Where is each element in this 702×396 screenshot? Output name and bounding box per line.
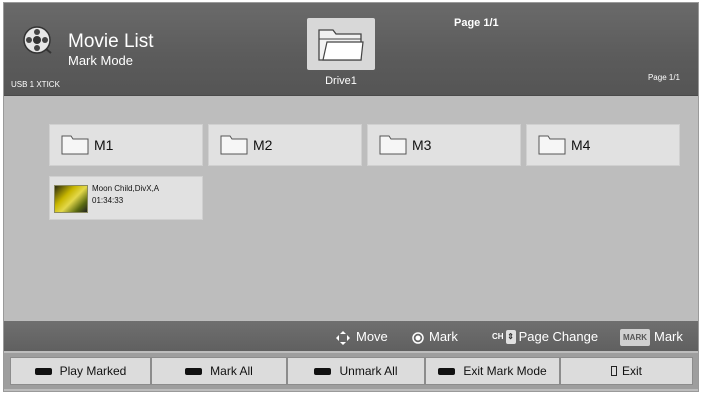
unmark-all-button[interactable]: Unmark All [287,357,425,385]
mark-all-button[interactable]: Mark All [151,357,287,385]
header: Movie List Mark Mode USB 1 XTICK Drive1 … [4,3,698,96]
mark-all-label: Mark All [210,364,253,378]
folder-item[interactable]: M2 [208,124,362,166]
hint-mark-label: Mark [429,329,458,344]
hint-page-change-label: Page Change [518,329,599,344]
drive-label: Drive1 [325,75,357,87]
button-bar: Play Marked Mark All Unmark All Exit Mar… [4,353,698,389]
page-indicator-right: Page 1/1 [647,73,680,82]
folder-icon [538,135,566,155]
key-swatch-icon [34,367,52,375]
exit-mark-mode-button[interactable]: Exit Mark Mode [425,357,560,385]
folder-name: M4 [571,137,591,153]
hint-move-label: Move [356,329,388,344]
key-swatch-icon [185,367,203,375]
film-reel-icon [23,26,52,54]
folder-name: M1 [94,137,114,153]
key-swatch-icon [438,367,456,375]
key-hint-bar: Move Mark CH ⇕ Page Change MARK Mark [4,321,698,351]
drive-tile[interactable] [307,18,375,70]
folder-icon [220,135,248,155]
file-duration: 01:34:33 [92,196,124,205]
mode-subtitle: Mark Mode [68,53,134,68]
movie-list-window: Movie List Mark Mode USB 1 XTICK Drive1 … [3,2,699,392]
folder-item[interactable]: M3 [367,124,521,166]
file-name: Moon Child,DivX,A [92,184,160,193]
device-label: USB 1 XTICK [11,80,60,89]
folder-name: M3 [412,137,432,153]
exit-mark-mode-label: Exit Mark Mode [463,364,547,378]
key-swatch-icon [314,367,332,375]
folder-icon [379,135,407,155]
file-browser: M1 M2 M3 M4 Moon Child,DivX,A 01:34:33 [14,97,688,319]
movie-thumbnail [54,185,88,213]
arrows-move-icon [336,330,350,345]
exit-label: Exit [621,364,642,378]
page-indicator-top: Page 1/1 [454,17,499,29]
hint-page-change: CH ⇕ Page Change [492,329,598,345]
hint-move: Move [335,329,388,346]
folder-item[interactable]: M4 [526,124,680,166]
play-marked-label: Play Marked [59,364,127,378]
page-title: Movie List [68,31,154,52]
movie-file-item[interactable]: Moon Child,DivX,A 01:34:33 [49,176,203,220]
exit-button[interactable]: Exit [560,357,693,385]
unmark-all-label: Unmark All [339,364,398,378]
ok-button-icon [412,331,424,344]
hint-mark: Mark [412,329,458,344]
exit-icon [610,366,617,376]
folder-item[interactable]: M1 [49,124,203,166]
play-marked-button[interactable]: Play Marked [10,357,151,385]
folder-name: M2 [253,137,273,153]
ch-key-label: CH [492,332,504,342]
hint-mark-key: MARK Mark [620,329,683,347]
folder-icon [61,135,89,155]
ch-updown-icon: CH ⇕ [492,330,516,345]
folder-icon [318,29,364,61]
hint-mark2-label: Mark [654,329,683,344]
chevron-updown-icon: ⇕ [505,330,516,345]
mark-key-icon: MARK [620,329,650,347]
